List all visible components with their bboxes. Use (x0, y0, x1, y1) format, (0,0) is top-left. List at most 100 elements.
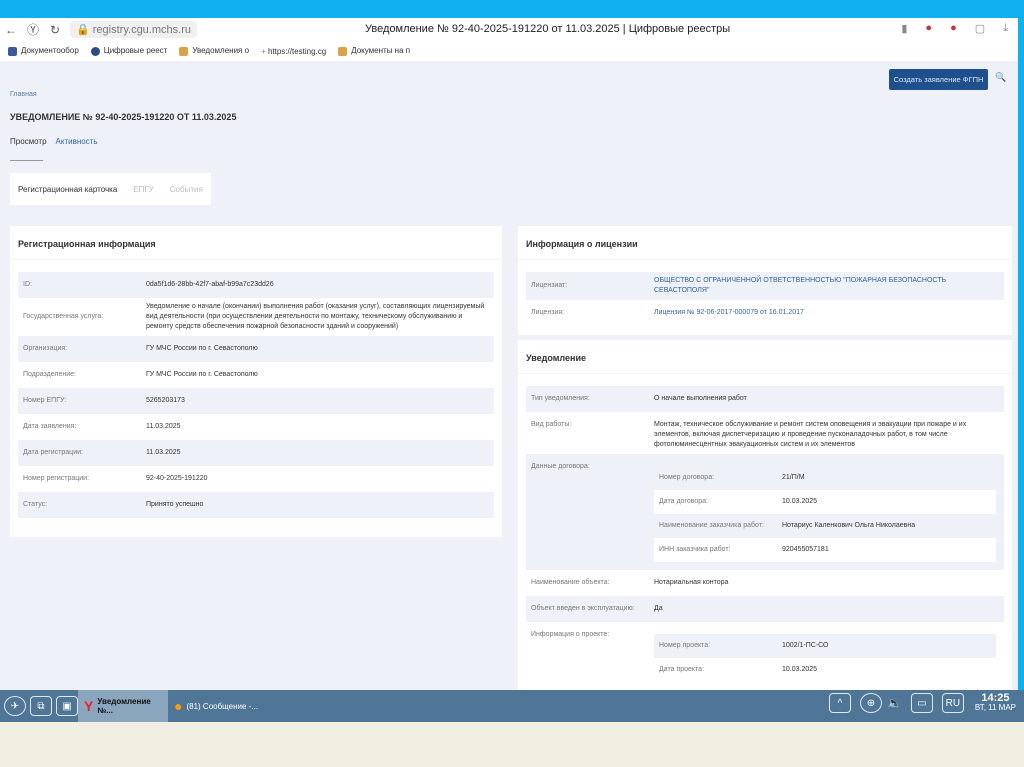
address-bar[interactable]: 🔒 registry.cgu.mchs.ru (70, 21, 197, 38)
info-row: Объект введен в эксплуатацию: Да (526, 596, 1004, 622)
field-value: 5265203173 (146, 397, 185, 404)
extension-icon[interactable]: ● (925, 22, 932, 35)
info-row: Дата регистрации: 11.03.2025 (18, 440, 494, 466)
taskbar: ✈ ⧉ ▣ Y Уведомление №... ● (81) Сообщение … (0, 690, 1024, 722)
tab-events[interactable]: События (162, 185, 211, 194)
reload-icon[interactable]: ↻ (44, 23, 66, 37)
browser-toolbar: ← Ⓨ ↻ 🔒 registry.cgu.mchs.ru Уведомление… (0, 18, 1018, 41)
field-label: Подразделение: (23, 371, 76, 378)
download-icon[interactable]: ⤓ (1003, 22, 1008, 35)
info-row: Организация: ГУ МЧС России по г. Севастоп… (18, 336, 494, 362)
field-value: ГУ МЧС России по г. Севастополю (146, 345, 258, 352)
back-icon[interactable]: ← (0, 23, 22, 37)
bookmark-icon[interactable]: ▮ (901, 22, 907, 35)
windows-icon[interactable]: ⧉ (30, 696, 52, 716)
bookmark-item[interactable]: Цифровые реест (90, 46, 167, 56)
create-application-button[interactable]: Создать заявление ФГПН (889, 69, 988, 90)
field-label: Номер проекта: (659, 642, 711, 649)
info-row: Данные договора: Номер договора: 21/П/М Дат… (526, 454, 1004, 570)
page-tab-title: Уведомление № 92-40-2025-191220 от 11.03… (365, 23, 731, 35)
info-row: Номер ЕПГУ: 5265203173 (18, 388, 494, 414)
url-text: registry.cgu.mchs.ru (92, 24, 191, 36)
card-title: Уведомление (518, 340, 1012, 374)
clock[interactable]: 14:25 ВТ, 11 МАР (975, 693, 1016, 713)
info-row: Номер договора: 21/П/М (654, 466, 996, 490)
yandex-icon[interactable]: Ⓨ (22, 21, 44, 38)
file-manager-icon[interactable]: ▣ (56, 696, 78, 716)
subtab-view[interactable]: Просмотр (10, 137, 47, 146)
bookmark-item[interactable]: Документообор (8, 46, 79, 56)
reader-icon[interactable]: ▢ (975, 22, 985, 35)
registration-info-card: Регистрационная информация ID: 0da5f1d6-2… (10, 226, 502, 537)
thunderbird-icon: ● (174, 698, 183, 714)
field-value: 11.03.2025 (146, 449, 181, 456)
field-label: Лицензия: (531, 309, 565, 316)
bookmark-item[interactable]: Документы на п (338, 46, 410, 56)
extension2-icon[interactable]: ● (950, 22, 957, 35)
info-row: Информация о проекте: Номер проекта: 1002/… (526, 622, 1004, 690)
field-value: 11.03.2025 (146, 423, 181, 430)
tray-expand-icon[interactable]: ^ (828, 693, 851, 713)
field-label: Номер договора: (659, 474, 715, 481)
field-label: Государственная услуга: (23, 313, 104, 320)
info-row: Подразделение: ГУ МЧС России по г. Севаст… (18, 362, 494, 388)
active-subtab-underline (10, 160, 43, 161)
field-value: Принято успешно (146, 501, 204, 508)
field-label: Дата заявления: (23, 423, 77, 430)
info-row: Дата договора: 10.03.2025 (654, 490, 996, 514)
network-icon[interactable]: ⊕ (859, 693, 882, 713)
tab-registration-card[interactable]: Регистрационная карточка (10, 184, 126, 194)
field-label: Лицензиат: (531, 282, 568, 289)
info-row: Вид работы: Монтаж, техническое обслужива… (526, 412, 1004, 454)
start-menu-icon[interactable]: ✈ (4, 696, 26, 716)
info-row: Дата заявления: 11.03.2025 (18, 414, 494, 440)
field-label: ID: (23, 281, 32, 288)
field-value: 920455057181 (782, 546, 829, 553)
info-row: Лицензия: Лицензия № 92-06-2017-000079 от… (526, 300, 1004, 326)
field-value: 21/П/М (782, 474, 805, 481)
yandex-browser-icon: Y (84, 698, 94, 714)
field-label: ИНН заказчика работ: (659, 546, 731, 553)
info-row: Статус: Принято успешно (18, 492, 494, 518)
field-label: Статус: (23, 501, 48, 508)
field-label: Организация: (23, 345, 68, 352)
bookmark-item[interactable]: + https://testing.cg (261, 47, 326, 56)
subtab-activity[interactable]: Активность (56, 137, 98, 146)
notification-card: Уведомление Тип уведомления: О начале вып… (518, 340, 1012, 690)
page-title: УВЕДОМЛЕНИЕ № 92-40-2025-191220 ОТ 11.03… (10, 112, 237, 122)
keyboard-layout[interactable]: RU (941, 693, 964, 713)
field-value: Нотариус Каленкович Ольга Николаевна (782, 522, 916, 529)
search-icon[interactable]: 🔍 (995, 72, 1006, 83)
field-value: Уведомление о начале (окончании) выполне… (146, 303, 485, 330)
info-row: Наименование заказчика работ: Нотариус Ка… (654, 514, 996, 538)
license-info-card: Информация о лицензии Лицензиат: ОБЩЕСТВО… (518, 226, 1012, 335)
bookmarks-bar: Документообор Цифровые реест Уведомления… (0, 41, 1018, 61)
info-row: Государственная услуга: Уведомление о нач… (18, 298, 494, 336)
card-title: Регистрационная информация (10, 226, 502, 260)
volume-icon[interactable]: 🔈 (887, 696, 902, 710)
field-value: 92-40-2025-191220 (146, 475, 208, 482)
field-value: 0da5f1d6-28bb-42f7-abaf-b99a7c23dd26 (146, 281, 274, 288)
card-title: Информация о лицензии (518, 226, 1012, 260)
breadcrumb-home[interactable]: Главная (10, 91, 37, 98)
taskbar-item-mail[interactable]: ● (81) Сообщение -... (168, 690, 264, 722)
field-label: Дата регистрации: (23, 449, 83, 456)
info-row: Лицензиат: ОБЩЕСТВО С ОГРАНИЧЕННОЙ ОТВЕТС… (526, 272, 1004, 300)
info-row: Номер проекта: 1002/1-ПС-СО (654, 634, 996, 658)
display-icon[interactable]: ▭ (910, 693, 933, 713)
info-row: ID: 0da5f1d6-28bb-42f7-abaf-b99a7c23dd26 (18, 272, 494, 298)
field-value: 1002/1-ПС-СО (782, 642, 829, 649)
field-value: 10.03.2025 (782, 498, 818, 505)
field-label: Номер регистрации: (23, 475, 90, 482)
tab-epgu[interactable]: ЕПГУ (125, 185, 162, 194)
field-value: ГУ МЧС России по г. Севастополю (146, 371, 258, 378)
taskbar-item-browser[interactable]: Y Уведомление №... (78, 690, 168, 722)
field-value[interactable]: Лицензия № 92-06-2017-000079 от 16.01.20… (654, 308, 1004, 318)
window-top-bar (0, 0, 1024, 18)
field-value: 10.03.2025 (782, 666, 818, 673)
field-label: Номер ЕПГУ: (23, 397, 67, 404)
window-edge (1018, 18, 1024, 690)
field-value[interactable]: ОБЩЕСТВО С ОГРАНИЧЕННОЙ ОТВЕТСТВЕННОСТЬЮ… (654, 276, 1004, 296)
info-row: Тип уведомления: О начале выполнения рабо… (526, 386, 1004, 412)
bookmark-item[interactable]: Уведомления о (179, 46, 249, 56)
